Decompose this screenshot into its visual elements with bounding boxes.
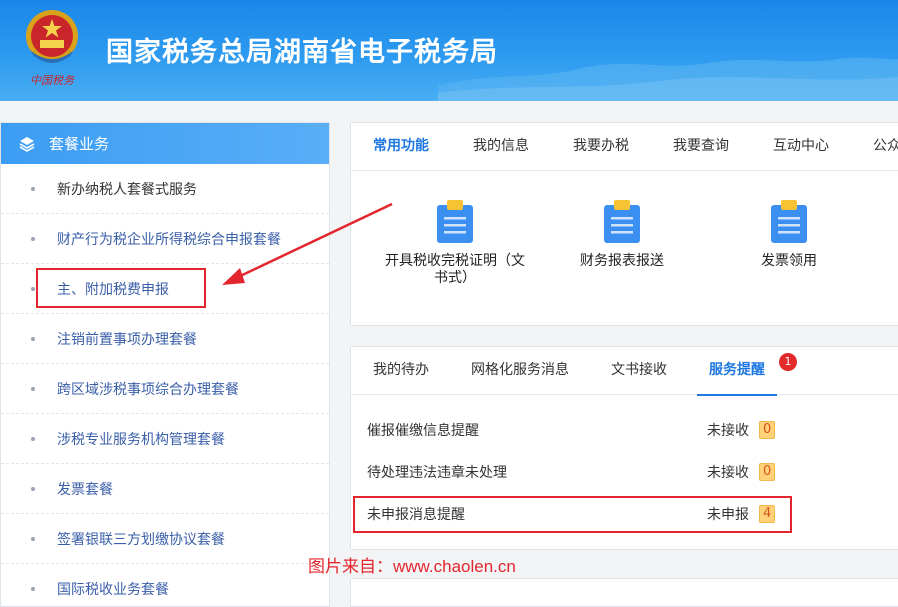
reminder-label: 待处理违法违章未处理 <box>367 465 507 481</box>
invoice-claim-function[interactable]: 发票领用 <box>709 199 869 270</box>
notification-badge: 1 <box>779 353 797 371</box>
svg-text:中国税务: 中国税务 <box>30 74 75 87</box>
message-tabs: 我的待办 网格化服务消息 文书接收 服务提醒 1 <box>351 347 898 396</box>
clipboard-icon <box>771 200 807 243</box>
tax-certificate-function[interactable]: 开具税收完税证明（文 书式） <box>375 199 535 287</box>
sidebar-item-invoice[interactable]: 发票套餐 <box>1 464 329 514</box>
sidebar-item-property-income-tax[interactable]: 财产行为税企业所得税综合申报套餐 <box>1 214 329 264</box>
tab-public[interactable]: 公众 <box>861 123 898 170</box>
sidebar-item-label: 新办纳税人套餐式服务 <box>57 181 197 198</box>
reminder-count: 4 <box>759 505 776 523</box>
sidebar-heading-label: 套餐业务 <box>49 135 110 153</box>
bullet-icon <box>31 386 35 391</box>
sidebar-item-label: 发票套餐 <box>57 481 113 498</box>
bullet-icon <box>31 536 35 541</box>
sidebar-item-tax-agency[interactable]: 涉税专业服务机构管理套餐 <box>1 414 329 464</box>
bullet-icon <box>31 436 35 441</box>
function-label: 开具税收完税证明（文 <box>385 253 525 269</box>
lower-panel-edge <box>350 578 898 607</box>
reminder-status: 未申报 <box>707 507 749 523</box>
bullet-icon <box>31 286 35 291</box>
tab-query[interactable]: 我要查询 <box>661 123 741 170</box>
sidebar-item-label: 签署银联三方划缴协议套餐 <box>57 531 225 548</box>
sidebar-item-label: 主、附加税费申报 <box>57 281 169 298</box>
clipboard-icon <box>604 200 640 243</box>
function-label: 财务报表报送 <box>580 253 664 269</box>
sidebar-item-new-taxpayer[interactable]: 新办纳税人套餐式服务 <box>1 164 329 214</box>
tab-common-functions[interactable]: 常用功能 <box>361 123 441 170</box>
bullet-icon <box>31 186 35 191</box>
watermark-text: 图片来自：www.chaolen.cn <box>308 557 516 576</box>
reminder-label: 未申报消息提醒 <box>367 507 465 523</box>
function-grid: 开具税收完税证明（文 书式） 财务报表报送 发票领用 <box>351 171 898 321</box>
reminder-count: 0 <box>759 421 776 439</box>
tab-handle-tax[interactable]: 我要办税 <box>561 123 641 170</box>
reminder-status: 未接收 <box>707 423 749 439</box>
reminder-row[interactable]: 未申报消息提醒 未申报 4 <box>351 493 898 535</box>
message-panel: 我的待办 网格化服务消息 文书接收 服务提醒 1 催报催缴信息提醒 未接收 0 … <box>350 346 898 550</box>
sidebar-item-label: 跨区域涉税事项综合办理套餐 <box>57 381 239 398</box>
sidebar-item-label: 注销前置事项办理套餐 <box>57 331 197 348</box>
sidebar-list: 新办纳税人套餐式服务 财产行为税企业所得税综合申报套餐 主、附加税费申报 注销前… <box>1 164 329 607</box>
reminder-count: 0 <box>759 463 776 481</box>
sidebar-item-label: 涉税专业服务机构管理套餐 <box>57 431 225 448</box>
tab-service-reminders[interactable]: 服务提醒 1 <box>697 347 797 396</box>
bullet-icon <box>31 236 35 241</box>
sidebar-item-international-tax[interactable]: 国际税收业务套餐 <box>1 564 329 607</box>
package-sidebar: 套餐业务 新办纳税人套餐式服务 财产行为税企业所得税综合申报套餐 主、附加税费申… <box>0 122 330 607</box>
common-functions-panel: 常用功能 我的信息 我要办税 我要查询 互动中心 公众 开具税收完税证明（文 书… <box>350 122 898 326</box>
tab-document-receipt[interactable]: 文书接收 <box>599 347 679 394</box>
bullet-icon <box>31 336 35 341</box>
bullet-icon <box>31 586 35 591</box>
tab-interaction-center[interactable]: 互动中心 <box>761 123 841 170</box>
tab-my-info[interactable]: 我的信息 <box>461 123 541 170</box>
reminder-list: 催报催缴信息提醒 未接收 0 待处理违法违章未处理 未接收 0 未申报消息提醒 … <box>351 395 898 535</box>
bullet-icon <box>31 486 35 491</box>
financial-report-function[interactable]: 财务报表报送 <box>542 199 702 270</box>
reminder-row[interactable]: 催报催缴信息提醒 未接收 0 <box>351 409 898 451</box>
sidebar-heading: 套餐业务 <box>1 123 329 164</box>
function-label-line2: 书式） <box>434 270 476 286</box>
sidebar-item-deregistration[interactable]: 注销前置事项办理套餐 <box>1 314 329 364</box>
reminder-label: 催报催缴信息提醒 <box>367 423 479 439</box>
function-label: 发票领用 <box>761 253 817 269</box>
sidebar-item-cross-region[interactable]: 跨区域涉税事项综合办理套餐 <box>1 364 329 414</box>
sidebar-item-unionpay-agreement[interactable]: 签署银联三方划缴协议套餐 <box>1 514 329 564</box>
sidebar-item-main-surcharge-filing[interactable]: 主、附加税费申报 <box>1 264 329 314</box>
sidebar-item-label: 国际税收业务套餐 <box>57 581 169 598</box>
tab-label: 服务提醒 <box>709 362 765 378</box>
clipboard-icon <box>437 200 473 243</box>
reminder-row[interactable]: 待处理违法违章未处理 未接收 0 <box>351 451 898 493</box>
tax-emblem-logo: 中国税务 <box>26 10 78 87</box>
reminder-status: 未接收 <box>707 465 749 481</box>
mountain-decoration <box>438 57 898 101</box>
sidebar-item-label: 财产行为税企业所得税综合申报套餐 <box>57 231 281 248</box>
tab-my-todo[interactable]: 我的待办 <box>361 347 441 394</box>
tab-grid-service-messages[interactable]: 网格化服务消息 <box>459 347 581 394</box>
site-header: 中国税务 国家税务总局湖南省电子税务局 <box>0 0 898 101</box>
site-title: 国家税务总局湖南省电子税务局 <box>106 37 498 68</box>
function-tabs: 常用功能 我的信息 我要办税 我要查询 互动中心 公众 <box>351 123 898 171</box>
layers-icon <box>19 136 35 152</box>
